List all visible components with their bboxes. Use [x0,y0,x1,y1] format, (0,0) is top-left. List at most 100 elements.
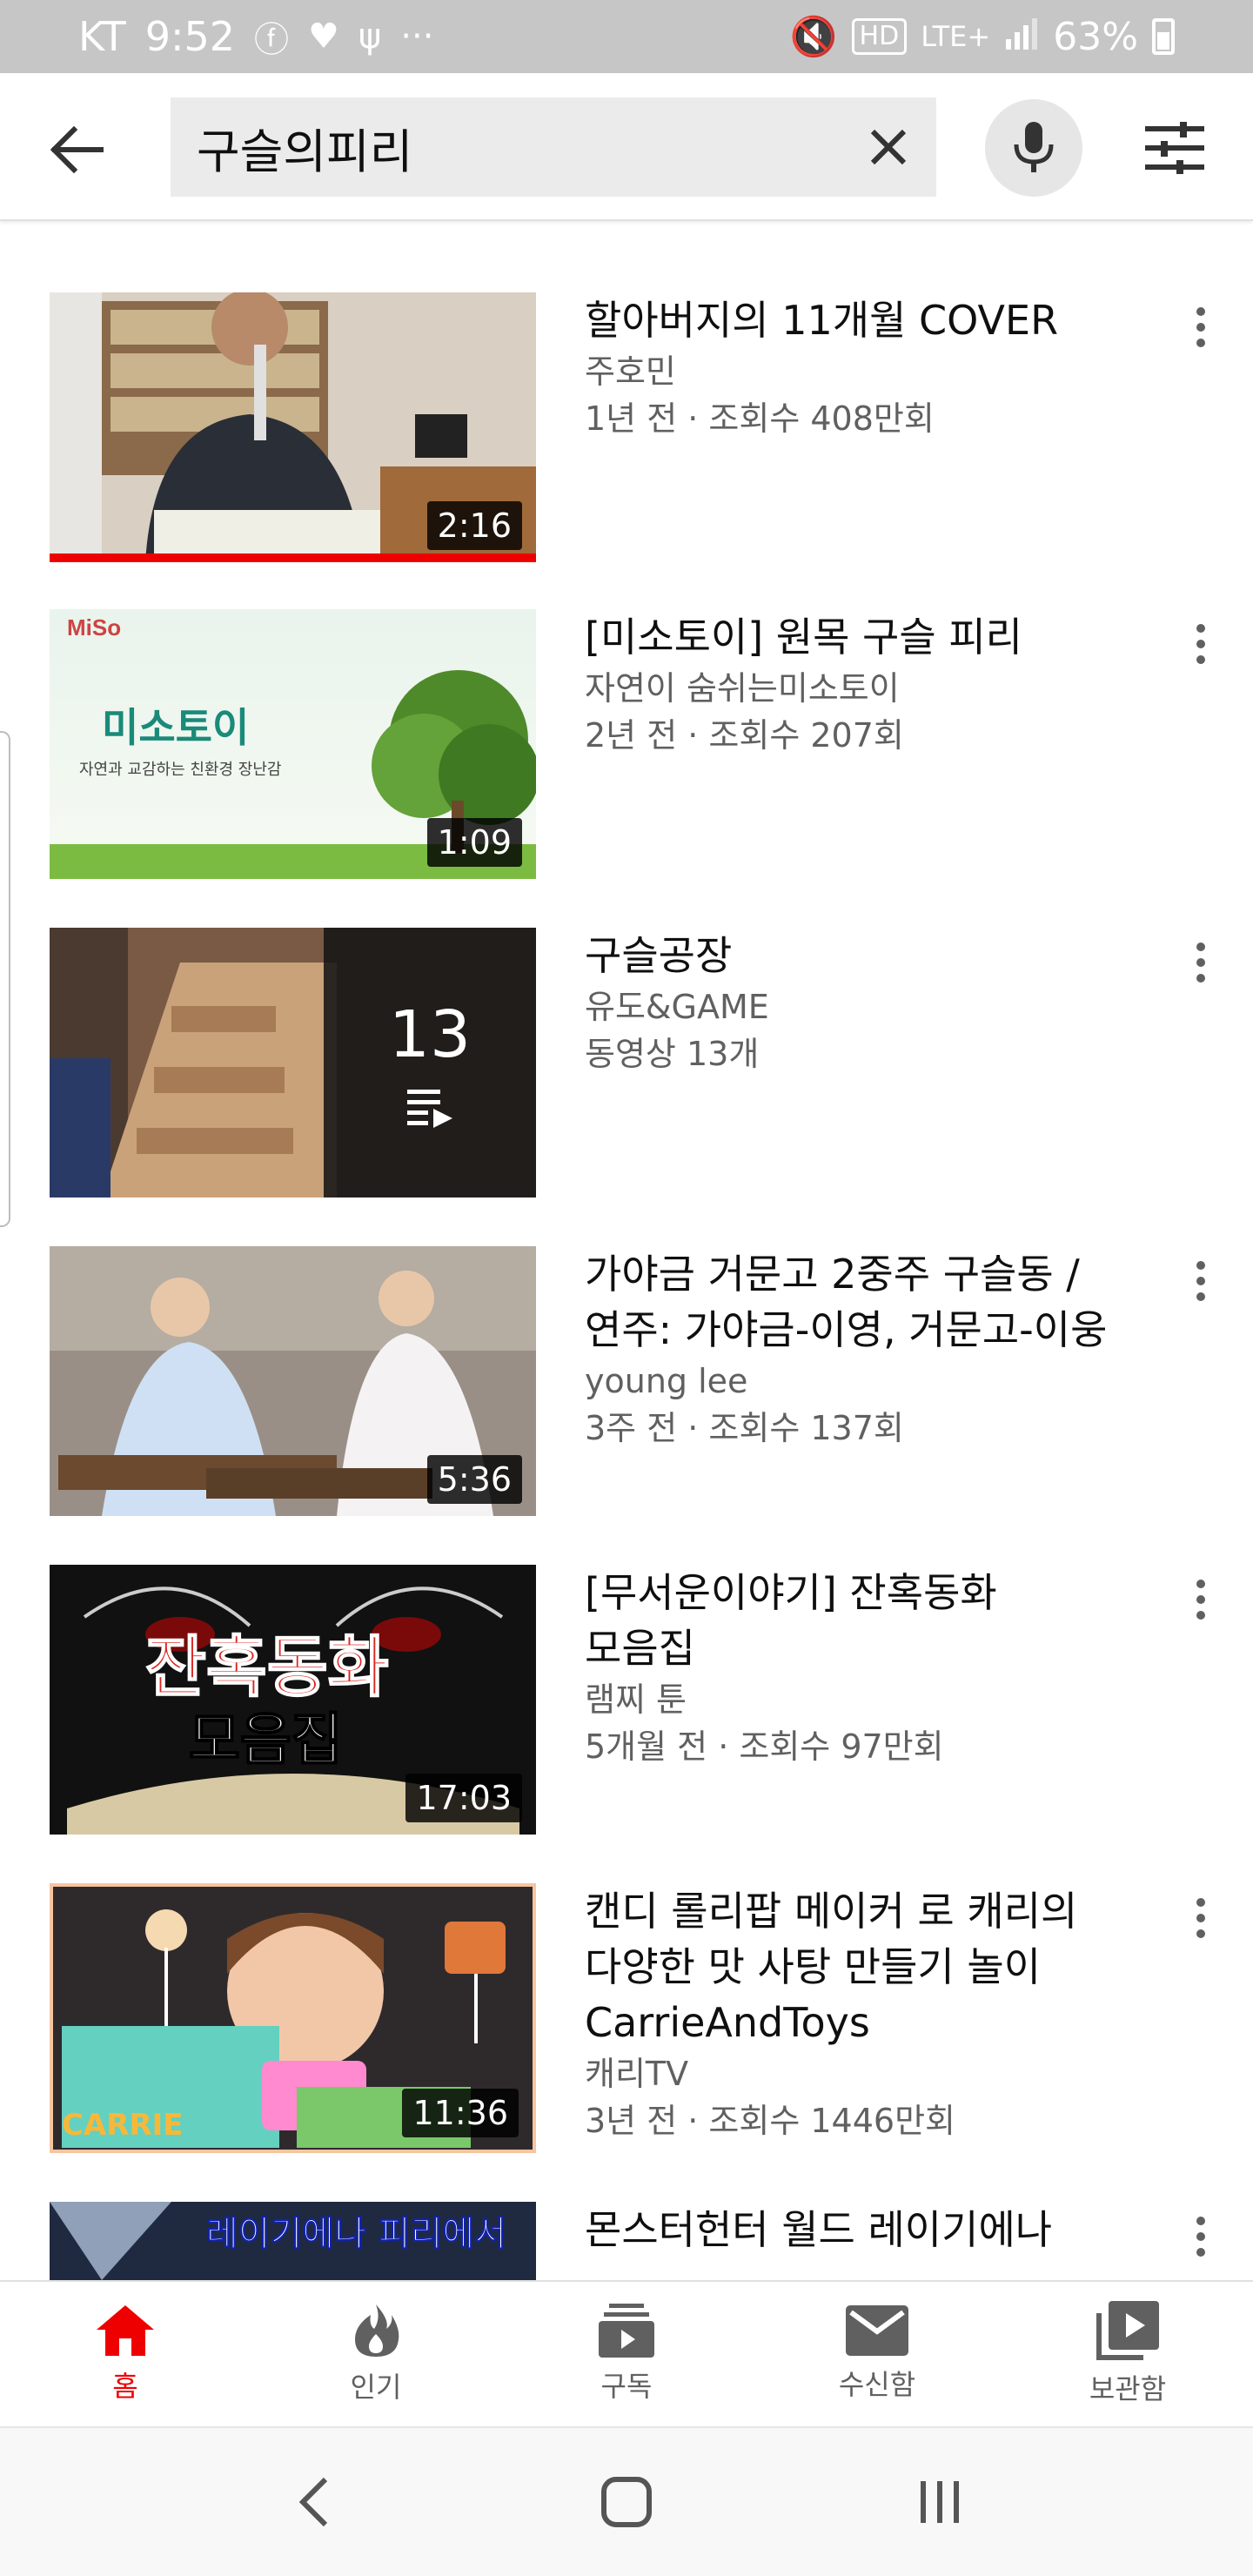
recents-icon [921,2481,959,2523]
playlist-result[interactable]: 13 구슬공장 유도&GAME 동영상 13개 [0,928,1253,1197]
nav-trending[interactable]: 인기 [251,2282,501,2426]
playlist-video-count: 동영상 13개 [585,1035,760,1073]
facebook-icon: ⓕ [254,20,290,60]
search-box[interactable]: 구슬의피리 [171,97,936,197]
more-options-icon[interactable] [1183,928,1218,997]
playlist-thumbnail[interactable]: 13 [50,928,536,1197]
video-thumbnail[interactable]: 2:16 [50,292,536,562]
more-options-icon[interactable] [1183,292,1218,362]
video-duration: 17:03 [405,1774,522,1822]
video-meta[interactable]: 캔디 롤리팝 메이커 로 캐리의 다양한 맛 사탕 만들기 놀이 CarrieA… [585,1883,1159,2144]
video-title[interactable]: 할아버지의 11개월 COVER [585,292,1159,348]
video-stats: 1년 전 · 조회수 408만회 [585,399,935,438]
system-back-button[interactable] [270,2459,357,2546]
bottom-navigation: 홈 인기 구독 수신함 보관함 [0,2280,1253,2426]
video-stats: 3년 전 · 조회수 1446만회 [585,2102,955,2140]
video-result[interactable]: MiSo 미소토이 자연과 교감하는 친환경 장난감 1:09 [미소토이] 원… [0,609,1253,879]
clock: 9:52 [144,13,236,60]
video-title[interactable]: 몬스터헌터 월드 레이기에나 [585,2202,1159,2257]
more-options-icon[interactable] [1183,609,1218,679]
nav-label: 보관함 [1089,2372,1167,2405]
playlist-title[interactable]: 구슬공장 [585,928,1159,983]
chevron-left-icon [298,2477,328,2527]
video-title[interactable]: 캔디 롤리팝 메이커 로 캐리의 [585,1883,1159,1939]
video-thumbnail[interactable]: 잔혹동화 모음집 17:03 [50,1565,536,1835]
video-thumbnail[interactable]: 레이기에나 피리에서 [50,2202,536,2280]
video-title-line2[interactable]: 다양한 맛 사탕 만들기 놀이 [585,1939,1159,1995]
nav-label: 수신함 [838,2368,916,2401]
video-result[interactable]: CARRIE 11:36 캔디 롤리팝 메이커 로 캐리의 다양한 맛 사탕 만… [0,1883,1253,2153]
channel-name: 램찌 툰 [585,1680,687,1719]
thumbnail-subtitle: 모음집 [188,1707,344,1774]
voice-search-button[interactable] [985,99,1082,197]
video-meta[interactable]: 몬스터헌터 월드 레이기에나 [585,2202,1159,2257]
nav-label: 인기 [350,2371,402,2404]
playlist-overlay: 13 [324,928,536,1197]
video-result[interactable]: 5:36 가야금 거문고 2중주 구슬동 / 연주: 가야금-이영, 거문고-이… [0,1246,1253,1516]
channel-name: young lee [585,1362,748,1400]
search-results: 2:16 할아버지의 11개월 COVER 주호민 1년 전 · 조회수 408… [0,221,1253,2280]
nav-subscriptions[interactable]: 구독 [501,2282,752,2426]
video-result[interactable]: 2:16 할아버지의 11개월 COVER 주호민 1년 전 · 조회수 408… [0,292,1253,562]
system-navigation-bar [0,2426,1253,2576]
mute-icon: 🔇 [789,15,838,59]
channel-name: 주호민 [585,352,676,391]
more-options-icon[interactable] [1183,1246,1218,1316]
fire-icon [355,2304,399,2357]
channel-name: 유도&GAME [585,988,769,1026]
hd-badge: HD [851,18,908,55]
video-result[interactable]: 레이기에나 피리에서 몬스터헌터 월드 레이기에나 [0,2202,1253,2280]
channel-name: 자연이 숨쉬는미소토이 [585,669,900,708]
more-notifications-icon: ··· [400,17,434,57]
video-result[interactable]: 잔혹동화 모음집 17:03 [무서운이야기] 잔혹동화 모음집 램찌 툰 5개… [0,1565,1253,1835]
home-icon [97,2305,154,2356]
video-thumbnail[interactable]: 5:36 [50,1246,536,1516]
thumbnail-title: 미소토이 [102,704,250,751]
nav-inbox[interactable]: 수신함 [752,2282,1002,2426]
search-header: 구슬의피리 [0,73,1253,221]
close-icon [870,129,907,165]
video-title[interactable]: [미소토이] 원목 구슬 피리 [585,609,1159,665]
video-thumbnail[interactable]: CARRIE 11:36 [50,1883,536,2153]
video-meta[interactable]: [무서운이야기] 잔혹동화 모음집 램찌 툰 5개월 전 · 조회수 97만회 [585,1565,1159,1770]
mail-icon [846,2305,908,2356]
search-input[interactable]: 구슬의피리 [197,113,412,182]
video-meta[interactable]: 할아버지의 11개월 COVER 주호민 1년 전 · 조회수 408만회 [585,292,1159,442]
nav-home[interactable]: 홈 [0,2282,251,2426]
more-options-icon[interactable] [1183,1883,1218,1953]
video-duration: 5:36 [426,1455,522,1504]
more-options-icon[interactable] [1183,2202,1218,2271]
video-meta[interactable]: 구슬공장 유도&GAME 동영상 13개 [585,928,1159,1077]
more-options-icon[interactable] [1183,1565,1218,1634]
nav-label: 구독 [600,2370,653,2403]
clear-search-button[interactable] [858,117,919,178]
filter-icon [1145,122,1204,174]
video-title-line2[interactable]: 연주: 가야금-이영, 거문고-이웅 [585,1302,1159,1358]
system-home-button[interactable] [583,2459,670,2546]
system-recents-button[interactable] [896,2459,983,2546]
video-meta[interactable]: 가야금 거문고 2중주 구슬동 / 연주: 가야금-이영, 거문고-이웅 you… [585,1246,1159,1452]
video-title-line3[interactable]: CarrieAndToys [585,1995,1159,2050]
svg-text:MiSo: MiSo [67,614,121,641]
video-duration: 1:09 [426,818,522,867]
video-stats: 3주 전 · 조회수 137회 [585,1409,904,1447]
video-title[interactable]: [무서운이야기] 잔혹동화 [585,1565,1159,1620]
fork-icon: ψ [358,17,382,57]
channel-name: 캐리TV [585,2055,689,2093]
nav-library[interactable]: 보관함 [1002,2282,1253,2426]
playlist-count: 13 [388,997,472,1072]
subscriptions-icon [599,2304,654,2358]
video-stats: 5개월 전 · 조회수 97만회 [585,1727,944,1766]
video-title-line2[interactable]: 모음집 [585,1620,1159,1676]
battery-percent: 63% [1053,14,1138,59]
filter-button[interactable] [1140,113,1209,183]
thumbnail-title: 레이기에나 피리에서 [205,2214,507,2255]
video-duration: 11:36 [402,2089,519,2137]
video-thumbnail[interactable]: MiSo 미소토이 자연과 교감하는 친환경 장난감 1:09 [50,609,536,879]
video-title[interactable]: 가야금 거문고 2중주 구슬동 / [585,1246,1159,1302]
battery-icon [1152,18,1175,55]
nav-label: 홈 [112,2370,138,2403]
back-button[interactable] [42,115,111,184]
video-duration: 2:16 [426,501,522,550]
video-meta[interactable]: [미소토이] 원목 구슬 피리 자연이 숨쉬는미소토이 2년 전 · 조회수 2… [585,609,1159,759]
